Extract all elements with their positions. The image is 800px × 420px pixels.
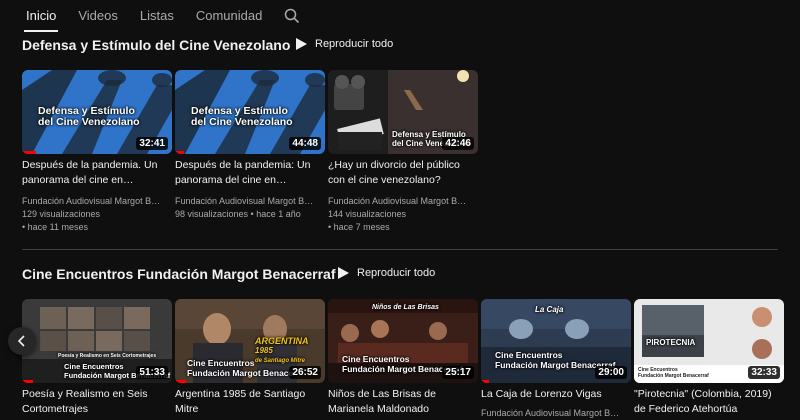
- watch-progress: [481, 380, 489, 383]
- view-count: 129 visualizaciones: [22, 209, 101, 219]
- watch-progress: [175, 380, 186, 383]
- video-thumbnail[interactable]: La Caja Cine Encuentros Fundación Margot …: [481, 299, 631, 383]
- play-all-label: Reproducir todo: [315, 38, 394, 50]
- upload-age: • hace 11 meses: [22, 222, 89, 232]
- play-all-button[interactable]: Reproducir todo: [338, 267, 435, 279]
- thumbnail-caption: Defensa y Estímulo del Cine Venezolano: [38, 105, 140, 128]
- play-all-button[interactable]: Reproducir todo: [296, 38, 393, 50]
- thumbnail-caption: Cine Encuentros Fundación Margot Benace: [187, 358, 294, 378]
- view-count: 98 visualizaciones • hace 1 año: [175, 209, 301, 219]
- video-title[interactable]: "Pirotecnia" (Colombia, 2019) de Federic…: [634, 387, 782, 417]
- duration-badge: 32:33: [748, 366, 780, 379]
- duration-badge: 29:00: [595, 366, 627, 379]
- channel-name[interactable]: Fundación Audiovisual Margot B…: [481, 408, 631, 418]
- carousel-prev-button[interactable]: [8, 327, 36, 355]
- thumbnail-subtitle: PIROTECNIA: [646, 338, 696, 347]
- thumbnail-subtitle: La Caja: [535, 305, 564, 314]
- duration-badge: 51:33: [136, 366, 168, 379]
- video-thumbnail[interactable]: PIROTECNIA Cine Encuentros Fundación Marg…: [634, 299, 784, 383]
- section-title-cine-encuentros[interactable]: Cine Encuentros Fundación Margot Benacer…: [22, 266, 336, 282]
- thumbnail-caption: Cine Encuentros Fundación Margot Benacerr…: [638, 367, 709, 379]
- section-divider: [22, 249, 778, 250]
- thumbnail-subtitle: Poesía y Realismo en Seis Cortometrajes: [58, 353, 157, 359]
- duration-badge: 44:48: [289, 137, 321, 150]
- thumbnail-caption: Defensa y Estímulo del Cine Venezolano: [191, 105, 293, 128]
- channel-tabs: Inicio Videos Listas Comunidad: [0, 0, 800, 32]
- watch-progress: [175, 151, 184, 154]
- video-title[interactable]: Argentina 1985 de Santiago Mitre: [175, 387, 323, 417]
- video-thumbnail[interactable]: Defensa y Estímulo del Cine Venezolano 42…: [328, 70, 478, 154]
- video-title[interactable]: La Caja de Lorenzo Vigas: [481, 387, 629, 402]
- tab-listas[interactable]: Listas: [140, 0, 174, 32]
- section-title-defensa[interactable]: Defensa y Estímulo del Cine Venezolano: [22, 37, 290, 53]
- video-title[interactable]: Después de la pandemia. Un panorama del …: [22, 158, 170, 188]
- chevron-left-icon: [17, 335, 25, 347]
- tab-comunidad[interactable]: Comunidad: [196, 0, 263, 32]
- video-title[interactable]: Niños de Las Brisas de Marianela Maldona…: [328, 387, 476, 417]
- watch-progress: [22, 151, 36, 154]
- search-icon[interactable]: [284, 8, 300, 24]
- video-thumbnail[interactable]: ARGENTINA 1985 de Santiago Mitre Cine Encu…: [175, 299, 325, 383]
- thumbnail-subtitle: Niños de Las Brisas: [372, 304, 439, 311]
- video-thumbnail[interactable]: Poesía y Realismo en Seis Cortometrajes …: [22, 299, 172, 383]
- channel-name[interactable]: Fundación Audiovisual Margot B…: [22, 196, 172, 206]
- duration-badge: 32:41: [136, 137, 168, 150]
- duration-badge: 26:52: [289, 366, 321, 379]
- tab-videos[interactable]: Videos: [78, 0, 118, 32]
- video-title[interactable]: Después de la pandemia: Un panorama del …: [175, 158, 323, 188]
- video-title[interactable]: Poesía y Realismo en Seis Cortometrajes: [22, 387, 170, 417]
- view-count: 144 visualizaciones: [328, 209, 407, 219]
- video-title[interactable]: ¿Hay un divorcio del público con el cine…: [328, 158, 476, 188]
- video-thumbnail[interactable]: Defensa y Estímulo del Cine Venezolano 32…: [22, 70, 172, 154]
- video-thumbnail[interactable]: Niños de Las Brisas Cine Encuentros Funda…: [328, 299, 478, 383]
- play-all-label: Reproducir todo: [357, 267, 436, 279]
- tab-inicio[interactable]: Inicio: [23, 0, 59, 32]
- video-thumbnail[interactable]: Defensa y Estímulo del Cine Venezolano 44…: [175, 70, 325, 154]
- upload-age: • hace 7 meses: [328, 222, 390, 232]
- channel-name[interactable]: Fundación Audiovisual Margot B…: [175, 196, 325, 206]
- duration-badge: 42:46: [442, 137, 474, 150]
- watch-progress: [22, 380, 33, 383]
- play-icon: [338, 267, 349, 279]
- play-icon: [296, 38, 307, 50]
- duration-badge: 25:17: [442, 366, 474, 379]
- channel-name[interactable]: Fundación Audiovisual Margot B…: [328, 196, 478, 206]
